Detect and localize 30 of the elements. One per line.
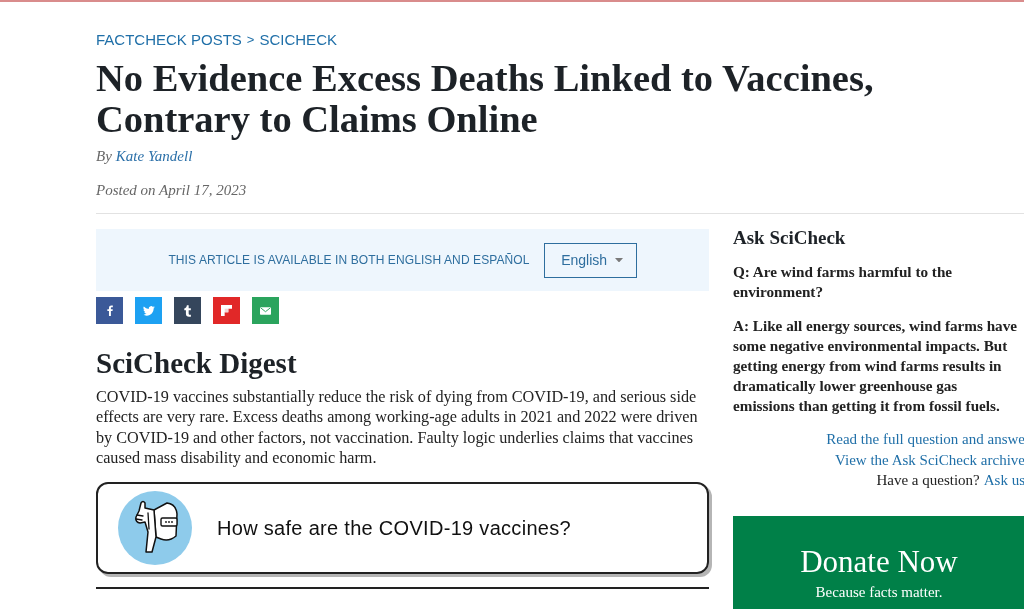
question-text: Q: Are wind farms harmful to the environment? xyxy=(733,262,954,302)
language-notice: THIS ARTICLE IS AVAILABLE IN BOTH ENGLISH AND ESPAÑOL xyxy=(168,253,530,267)
caret-icon xyxy=(615,257,624,263)
letter-t-icon xyxy=(184,304,191,317)
question-card[interactable]: How safe are the COVID-19 vaccines? xyxy=(96,482,709,575)
digest-heading: SciCheck Digest xyxy=(96,346,298,380)
share-button[interactable] xyxy=(96,297,123,324)
breadcrumb-link[interactable]: SCICHECK xyxy=(259,30,337,50)
breadcrumb-separator: > xyxy=(246,31,255,49)
sidebar-link[interactable]: Read the full question and answe xyxy=(826,429,1024,450)
letter-f-icon xyxy=(106,305,113,316)
stepped-squares-icon xyxy=(221,305,232,316)
byline-label: By xyxy=(96,147,112,166)
share-button[interactable] xyxy=(213,297,240,324)
arm-bandage-icon xyxy=(118,491,192,566)
ask-link[interactable]: Ask us xyxy=(983,470,1024,491)
breadcrumb-link[interactable]: FACTCHECK POSTS xyxy=(96,30,242,50)
digest-text: COVID-19 vaccines substantially reduce the risk of dying from COVID-19, and serious side effects are very rare. Excess deaths among working-age adults in 2021 and 2022 were driven by COVID-19 and other factors, not vaccination. Faulty logic underlies claims that vaccines caused mass disability and economic harm. xyxy=(96,387,699,469)
envelope-icon xyxy=(260,306,271,315)
article-title: No Evidence Excess Deaths Linked to Vaccines, Contrary to Claims Online xyxy=(96,58,875,140)
donate-button[interactable]: Donate Now Because facts matter. xyxy=(733,515,1024,609)
sidebar-heading: Ask SciCheck xyxy=(733,227,847,249)
language-select[interactable]: English xyxy=(543,242,637,278)
bird-icon xyxy=(142,305,155,316)
answer-text: A: Like all energy sources, wind farms have some negative environmental impacts. But getting energy from wind farms results in dramatically lower greenhouse gas emissions than getting it from fossil fuels. xyxy=(733,316,1019,416)
posted-date: Posted on April 17, 2023 xyxy=(96,181,247,200)
ask-prompt: Have a question? xyxy=(876,471,980,490)
author-link[interactable]: Kate Yandell xyxy=(115,146,193,166)
share-button[interactable] xyxy=(174,297,201,324)
sidebar-link[interactable]: View the Ask SciCheck archive xyxy=(835,449,1024,470)
